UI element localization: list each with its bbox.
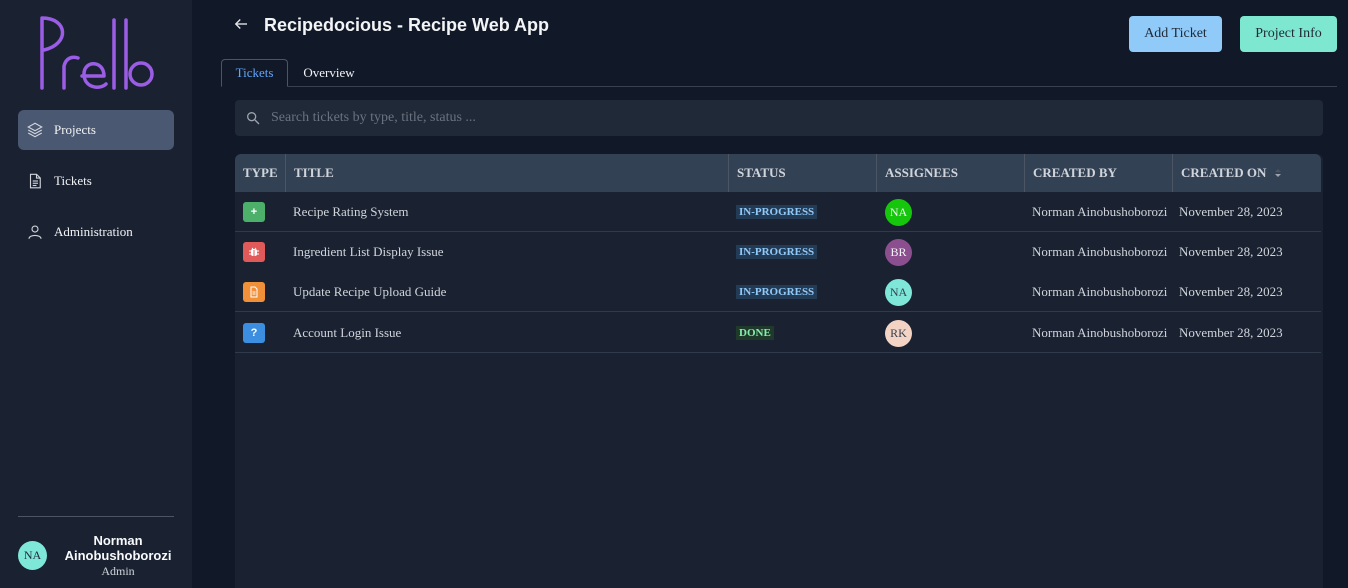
project-info-button[interactable]: Project Info xyxy=(1240,16,1337,52)
status-badge: DONE xyxy=(736,326,774,340)
avatar[interactable]: RK xyxy=(885,319,912,347)
status-badge: IN-PROGRESS xyxy=(736,285,818,299)
created-by: Norman Ainobushoborozi xyxy=(1032,204,1168,219)
sort-icon[interactable] xyxy=(1274,168,1282,178)
table-row[interactable]: Ingredient List Display Issue IN-PROGRES… xyxy=(235,232,1321,272)
table-row[interactable]: Update Recipe Upload Guide IN-PROGRESS N… xyxy=(235,272,1321,312)
question-icon: ? xyxy=(243,323,265,343)
column-header-created-by[interactable]: CREATED BY xyxy=(1025,154,1173,192)
tab-overview[interactable]: Overview xyxy=(292,59,366,87)
sidebar-item-label: Projects xyxy=(54,122,96,137)
layers-icon xyxy=(26,121,44,139)
search-icon xyxy=(247,112,260,125)
created-on: November 28, 2023 xyxy=(1179,325,1283,340)
table-row[interactable]: ? Account Login Issue DONE RK Norman Ain… xyxy=(235,313,1321,353)
tickets-table: TYPE TITLE STATUS ASSIGNEES CREATED BY C… xyxy=(235,154,1323,588)
created-on: November 28, 2023 xyxy=(1179,284,1283,299)
prello-logo xyxy=(40,16,154,90)
document-icon xyxy=(26,172,44,190)
avatar[interactable]: NA xyxy=(18,541,47,570)
ticket-title: Ingredient List Display Issue xyxy=(293,244,444,259)
column-header-type[interactable]: TYPE xyxy=(235,154,286,192)
status-badge: IN-PROGRESS xyxy=(736,245,818,259)
sidebar-item-label: Administration xyxy=(54,224,133,239)
sidebar-item-administration[interactable]: Administration xyxy=(18,212,174,252)
back-arrow-icon[interactable] xyxy=(232,15,252,35)
column-header-label: CREATED ON xyxy=(1181,165,1267,180)
search-input[interactable] xyxy=(271,110,1271,126)
sidebar: Projects Tickets Administration NA Norma… xyxy=(0,0,192,588)
avatar[interactable]: BR xyxy=(885,238,912,266)
ticket-title: Recipe Rating System xyxy=(293,204,409,219)
sidebar-item-tickets[interactable]: Tickets xyxy=(18,161,174,201)
ticket-title: Update Recipe Upload Guide xyxy=(293,284,447,299)
created-on: November 28, 2023 xyxy=(1179,244,1283,259)
table-header: TYPE TITLE STATUS ASSIGNEES CREATED BY C… xyxy=(235,154,1321,192)
user-role: Admin xyxy=(101,564,135,578)
column-header-status[interactable]: STATUS xyxy=(729,154,877,192)
add-ticket-button[interactable]: Add Ticket xyxy=(1129,16,1222,52)
user-name: Norman Ainobushoborozi xyxy=(64,533,172,563)
ticket-title: Account Login Issue xyxy=(293,325,402,340)
sidebar-item-projects[interactable]: Projects xyxy=(18,110,174,150)
column-header-title[interactable]: TITLE xyxy=(286,154,729,192)
created-by: Norman Ainobushoborozi xyxy=(1032,244,1168,259)
created-by: Norman Ainobushoborozi xyxy=(1032,325,1168,340)
tabs-divider xyxy=(221,86,1337,87)
table-row[interactable]: + Recipe Rating System IN-PROGRESS NA No… xyxy=(235,192,1321,232)
feature-plus-icon: + xyxy=(243,202,265,222)
page-title: Recipedocious - Recipe Web App xyxy=(264,15,550,35)
avatar[interactable]: NA xyxy=(885,278,912,306)
sidebar-item-label: Tickets xyxy=(54,173,92,188)
search-bar xyxy=(235,100,1323,136)
column-header-created-on[interactable]: CREATED ON xyxy=(1173,154,1321,192)
created-on: November 28, 2023 xyxy=(1179,204,1283,219)
column-header-assignees[interactable]: ASSIGNEES xyxy=(877,154,1025,192)
bug-icon xyxy=(243,242,265,262)
created-by: Norman Ainobushoborozi xyxy=(1032,284,1168,299)
tab-tickets[interactable]: Tickets xyxy=(221,59,288,87)
avatar[interactable]: NA xyxy=(885,198,912,226)
user-icon xyxy=(26,223,44,241)
document-icon xyxy=(243,282,265,302)
status-badge: IN-PROGRESS xyxy=(736,205,818,219)
sidebar-divider xyxy=(18,516,174,517)
